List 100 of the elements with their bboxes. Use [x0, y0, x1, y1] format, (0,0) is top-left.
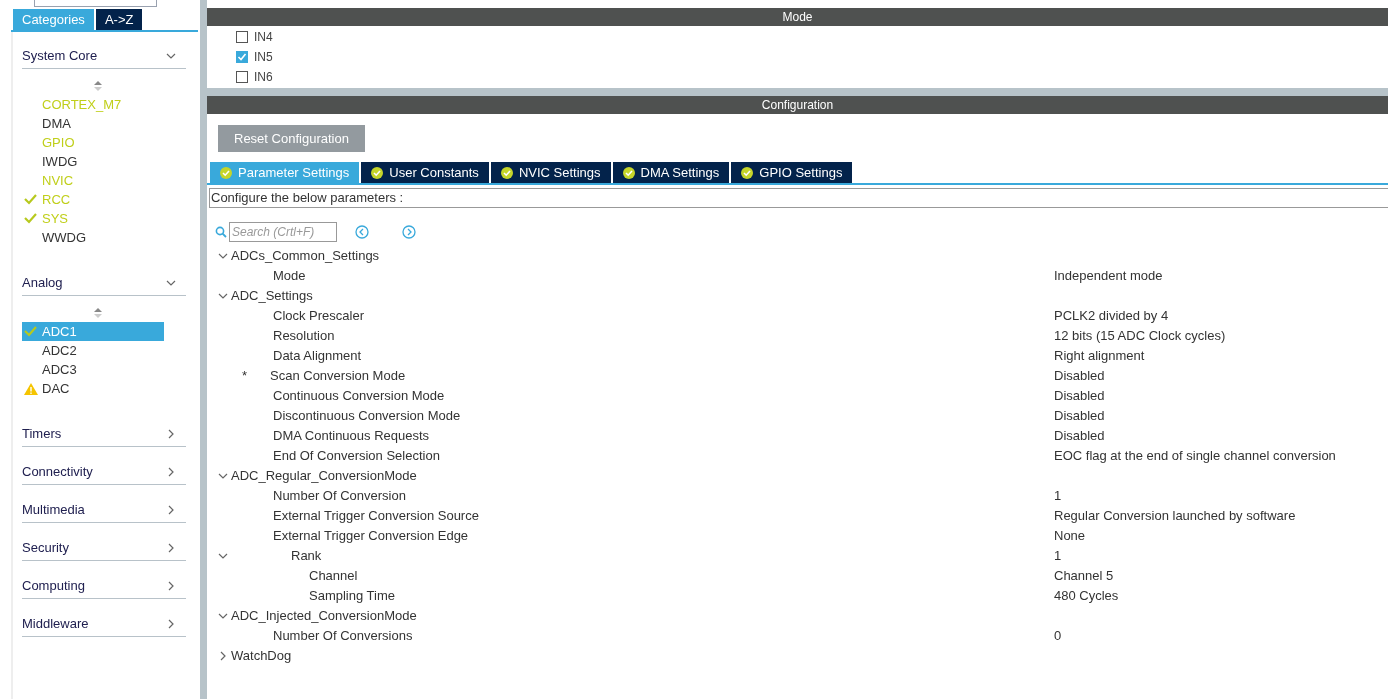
- channel-label: IN5: [254, 49, 273, 66]
- peripheral-item[interactable]: WWDG: [22, 228, 164, 247]
- parameter-name: Continuous Conversion Mode: [273, 387, 445, 406]
- chevron-down-icon[interactable]: [218, 251, 228, 261]
- parameter-name: Scan Conversion Mode: [270, 367, 406, 386]
- parameter-name: External Trigger Conversion Source: [273, 507, 479, 526]
- category-name: Computing: [22, 577, 85, 596]
- settings-tab[interactable]: DMA Settings: [612, 162, 730, 183]
- chevron-right-icon[interactable]: [166, 429, 176, 439]
- warning-icon: [24, 382, 38, 395]
- check-icon: [24, 213, 37, 224]
- checkbox[interactable]: [236, 51, 248, 63]
- parameter-value[interactable]: Disabled: [1054, 426, 1105, 446]
- parameter-value[interactable]: 480 Cycles: [1054, 586, 1119, 606]
- category-header[interactable]: Connectivity: [22, 460, 186, 485]
- search-icon: [215, 225, 227, 238]
- search-field[interactable]: Search (Crtl+F): [229, 221, 337, 242]
- settings-tab[interactable]: User Constants: [361, 162, 489, 183]
- check-icon: [24, 326, 37, 337]
- parameter-value[interactable]: Disabled: [1054, 386, 1105, 406]
- parameter-name: External Trigger Conversion Edge: [273, 527, 469, 546]
- category-name: Middleware: [22, 615, 89, 634]
- parameter-value[interactable]: Independent mode: [1054, 266, 1163, 286]
- chevron-down-icon[interactable]: [166, 51, 176, 61]
- parameter-name: Resolution: [273, 327, 335, 346]
- category-header[interactable]: Security: [22, 536, 186, 561]
- scroll-arrows-icon[interactable]: [94, 81, 102, 91]
- parameter-value[interactable]: PCLK2 divided by 4: [1054, 306, 1169, 326]
- parameter-name: End Of Conversion Selection: [273, 447, 440, 466]
- parameter-name: Rank: [291, 547, 322, 566]
- channel-label: IN4: [254, 29, 273, 46]
- check-circle-icon: [220, 166, 232, 179]
- chevron-right-icon[interactable]: [166, 543, 176, 553]
- category-name: Analog: [22, 274, 63, 293]
- chevron-down-icon[interactable]: [166, 278, 176, 288]
- scroll-arrows-icon[interactable]: [94, 308, 102, 318]
- parameter-value[interactable]: 1: [1054, 486, 1062, 506]
- chevron-right-icon[interactable]: [218, 651, 228, 661]
- category-header[interactable]: System Core: [22, 44, 186, 69]
- hint-text: Configure the below parameters :: [209, 188, 1388, 208]
- checkbox[interactable]: [236, 31, 248, 43]
- category-header[interactable]: Timers: [22, 422, 186, 447]
- parameter-value[interactable]: Regular Conversion launched by software: [1054, 506, 1296, 526]
- next-icon[interactable]: [402, 224, 416, 239]
- checkbox[interactable]: [236, 71, 248, 83]
- parameter-value[interactable]: Channel 5: [1054, 566, 1114, 586]
- parameter-name: ADCs_Common_Settings: [231, 247, 380, 266]
- parameter-value[interactable]: Disabled: [1054, 366, 1105, 386]
- category-header[interactable]: Analog: [22, 271, 186, 296]
- chevron-right-icon[interactable]: [166, 505, 176, 515]
- section-header: Configuration: [207, 96, 1388, 114]
- category-name: System Core: [22, 47, 98, 66]
- previous-icon[interactable]: [355, 224, 369, 239]
- parameter-name: Number Of Conversion: [273, 487, 406, 506]
- category-name: Multimedia: [22, 501, 85, 520]
- check-circle-icon: [741, 166, 754, 179]
- category-header[interactable]: Multimedia: [22, 498, 186, 523]
- parameter-name: ADC_Regular_ConversionMode: [231, 467, 417, 486]
- peripheral-item[interactable]: DMA: [22, 114, 164, 133]
- parameter-value[interactable]: Right alignment: [1054, 346, 1145, 366]
- check-circle-icon: [622, 166, 635, 179]
- parameter-name: Discontinuous Conversion Mode: [273, 407, 461, 426]
- parameter-name: ADC_Settings: [231, 287, 313, 306]
- parameter-name: WatchDog: [231, 647, 292, 666]
- section-header: Mode: [207, 8, 1388, 26]
- check-icon: [24, 194, 37, 205]
- parameter-value[interactable]: 12 bits (15 ADC Clock cycles): [1054, 326, 1226, 346]
- check-circle-icon: [500, 166, 513, 179]
- category-name: Security: [22, 539, 69, 558]
- parameter-value[interactable]: 1: [1054, 546, 1062, 566]
- parameter-name: Sampling Time: [309, 587, 395, 606]
- parameter-name: Mode: [273, 267, 306, 286]
- parameter-name: Clock Prescaler: [273, 307, 365, 326]
- category-name: Timers: [22, 425, 62, 444]
- chevron-right-icon[interactable]: [166, 467, 176, 477]
- settings-tab[interactable]: GPIO Settings: [731, 162, 853, 183]
- parameter-value[interactable]: 0: [1054, 626, 1062, 646]
- peripheral-item[interactable]: ADC3: [22, 360, 164, 379]
- category-header[interactable]: Middleware: [22, 612, 186, 637]
- peripheral-item[interactable]: DAC: [22, 379, 164, 398]
- category-tab[interactable]: A->Z: [95, 9, 143, 30]
- category-name: Connectivity: [22, 463, 93, 482]
- peripheral-item[interactable]: ADC2: [22, 341, 164, 360]
- parameter-value[interactable]: EOC flag at the end of single channel conversion: [1054, 446, 1336, 466]
- chevron-right-icon[interactable]: [166, 619, 176, 629]
- chevron-right-icon[interactable]: [166, 581, 176, 591]
- chevron-down-icon[interactable]: [218, 611, 228, 621]
- settings-tab[interactable]: NVIC Settings: [490, 162, 611, 183]
- chevron-down-icon[interactable]: [218, 291, 228, 301]
- parameter-name: Channel: [309, 567, 358, 586]
- parameter-value[interactable]: None: [1054, 526, 1086, 546]
- parameter-name: Data Alignment: [273, 347, 362, 366]
- parameter-value[interactable]: Disabled: [1054, 406, 1105, 426]
- parameter-name: DMA Continuous Requests: [273, 427, 430, 446]
- parameter-name: ADC_Injected_ConversionMode: [231, 607, 417, 626]
- check-circle-icon: [371, 166, 384, 179]
- chevron-down-icon[interactable]: [218, 551, 228, 561]
- chevron-down-icon[interactable]: [218, 471, 228, 481]
- category-header[interactable]: Computing: [22, 574, 186, 599]
- peripheral-item[interactable]: IWDG: [22, 152, 164, 171]
